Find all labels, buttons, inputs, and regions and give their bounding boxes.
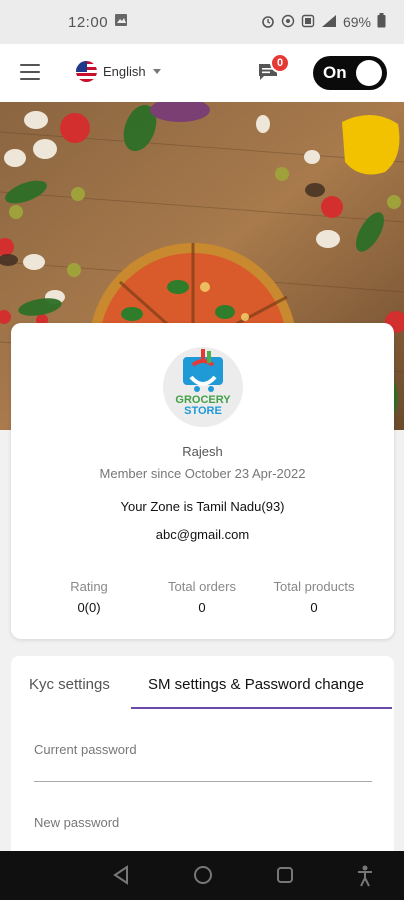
gallery-icon: [114, 13, 128, 31]
online-toggle[interactable]: On: [313, 56, 387, 90]
active-tab-indicator: [131, 707, 392, 709]
stat-value: 0(0): [77, 600, 101, 615]
language-selector[interactable]: English: [76, 61, 161, 82]
status-icons: 69%: [261, 13, 386, 31]
profile-email: abc@gmail.com: [155, 527, 250, 542]
back-icon[interactable]: [112, 865, 130, 890]
tab-sm-password[interactable]: SM settings & Password change: [148, 676, 364, 693]
tab-kyc-settings[interactable]: Kyc settings: [29, 676, 110, 693]
zone-info: Your Zone is Tamil Nadu(93): [120, 499, 285, 514]
alarm-icon: [261, 14, 275, 31]
member-since: Member since October 23 Apr-2022: [99, 466, 306, 481]
battery-icon: [377, 13, 386, 31]
app-header: English 0 On: [0, 44, 404, 102]
system-nav-bar: [0, 851, 404, 900]
stat-rating: Rating 0(0): [39, 579, 139, 615]
notification-badge: 0: [270, 53, 290, 73]
grocery-store-logo: GROCERY STORE: [175, 349, 231, 417]
home-icon[interactable]: [193, 865, 213, 890]
language-label: English: [103, 64, 146, 79]
chevron-down-icon: [152, 69, 161, 74]
stat-value: 0: [310, 600, 318, 615]
settings-panel: Kyc settings SM settings & Password chan…: [11, 656, 394, 856]
signal-icon: [321, 14, 337, 31]
field-underline: [34, 781, 372, 782]
new-password-label: New password: [34, 815, 120, 830]
nfc-icon: [301, 14, 315, 31]
profile-card: GROCERY STORE Rajesh Member since Octobe…: [11, 323, 394, 639]
toggle-label: On: [323, 63, 347, 82]
current-password-label: Current password: [34, 742, 137, 757]
us-flag-icon: [76, 61, 97, 82]
hotspot-icon: [281, 14, 295, 31]
store-logo-avatar: GROCERY STORE: [163, 347, 243, 427]
svg-text:STORE: STORE: [184, 405, 222, 417]
current-password-field[interactable]: Current password: [34, 742, 372, 782]
current-password-input[interactable]: [34, 760, 372, 776]
stat-total-orders: Total orders 0: [152, 579, 252, 615]
stat-value: 0: [198, 600, 206, 615]
new-password-input[interactable]: [34, 833, 372, 849]
profile-name: Rajesh: [182, 444, 223, 459]
stat-label: Total orders: [168, 579, 236, 594]
status-bar: 12:00 69%: [0, 0, 404, 44]
menu-icon[interactable]: [20, 64, 40, 80]
new-password-field[interactable]: New password: [34, 815, 372, 849]
stat-label: Rating: [70, 579, 108, 594]
battery-percent: 69%: [342, 14, 371, 30]
stat-label: Total products: [273, 579, 355, 594]
status-time: 12:00: [68, 13, 109, 31]
toggle-knob: [356, 60, 382, 86]
accessibility-icon[interactable]: [356, 865, 374, 892]
stat-total-products: Total products 0: [258, 579, 370, 615]
recents-icon[interactable]: [276, 865, 294, 890]
